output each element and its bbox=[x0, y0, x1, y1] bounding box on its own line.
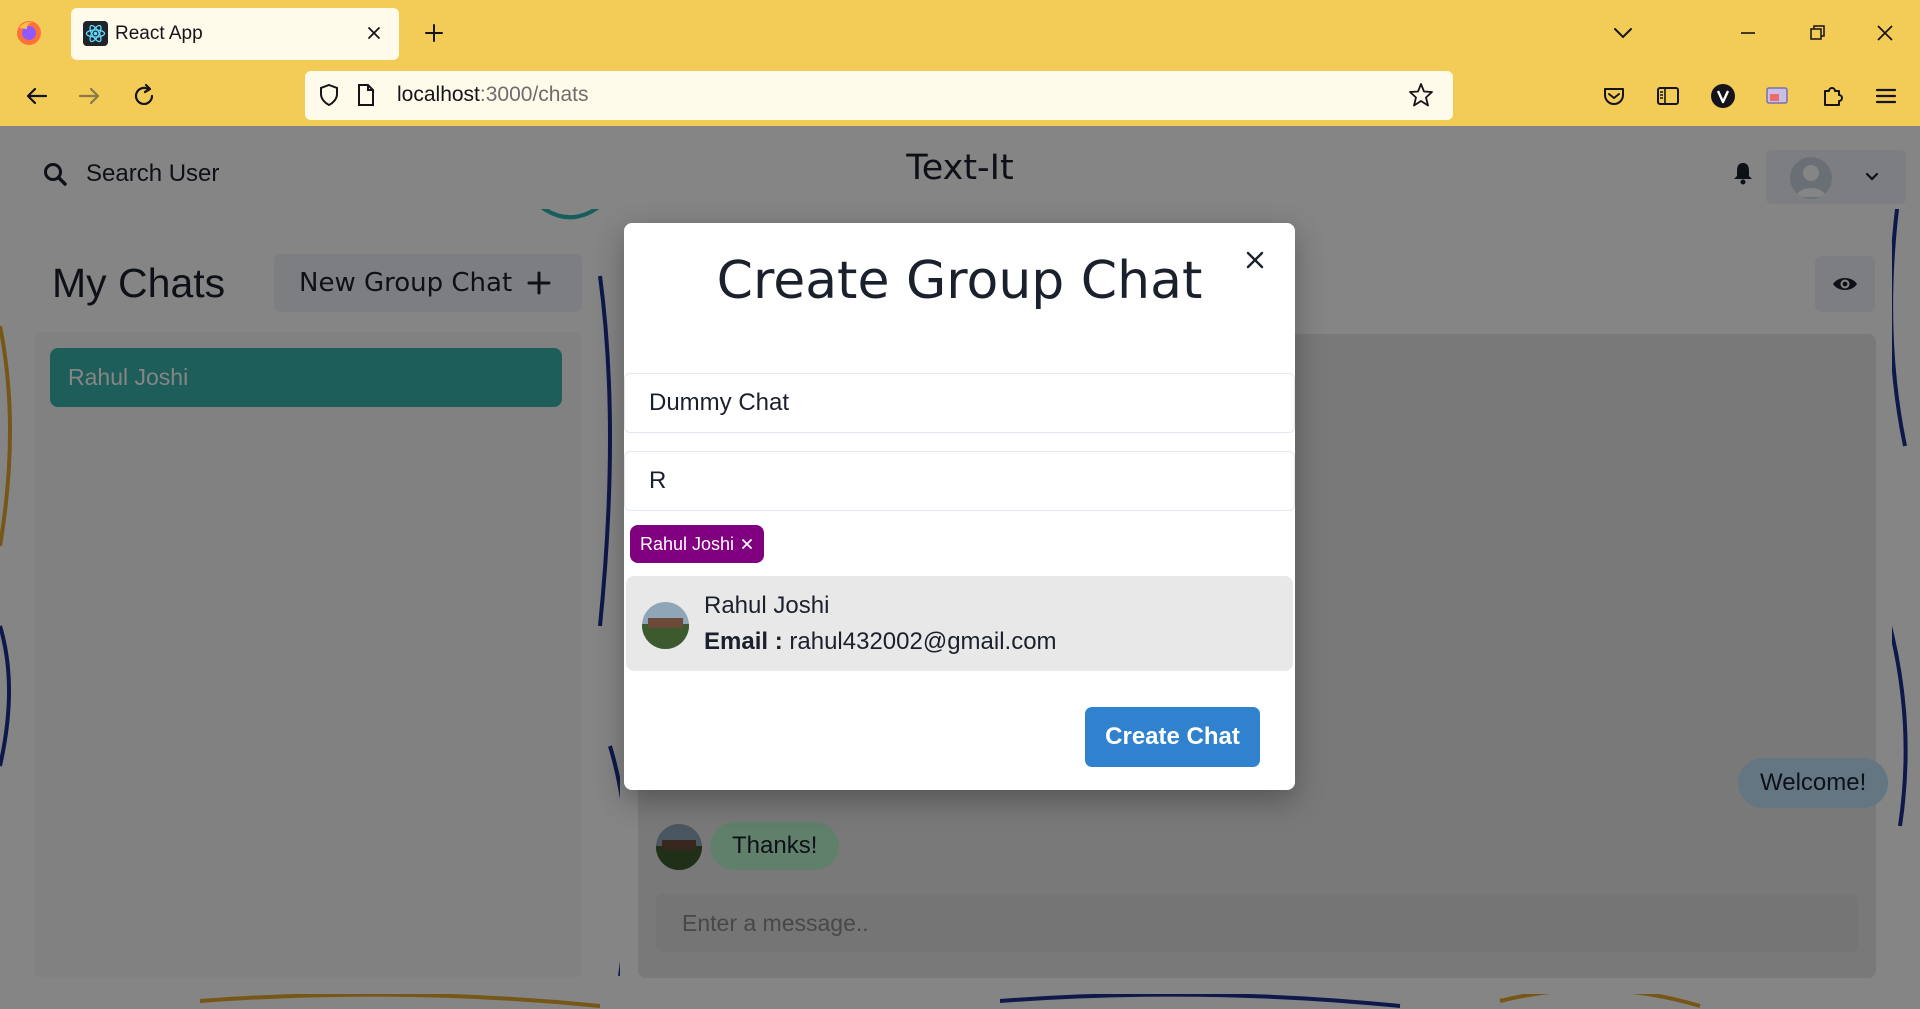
vpn-extension-icon[interactable] bbox=[1707, 80, 1739, 112]
reload-icon[interactable] bbox=[128, 80, 160, 112]
modal-title: Create Group Chat bbox=[716, 251, 1203, 311]
back-arrow-icon[interactable] bbox=[20, 80, 52, 112]
url-text[interactable]: localhost:3000/chats bbox=[397, 83, 588, 107]
app-menu-hamburger-icon[interactable] bbox=[1870, 80, 1902, 112]
chat-name-input[interactable] bbox=[624, 373, 1295, 433]
result-user-name: Rahul Joshi bbox=[704, 592, 830, 619]
selected-user-badge: Rahul Joshi bbox=[630, 525, 765, 563]
list-all-tabs-chevron-icon[interactable] bbox=[1606, 16, 1640, 50]
address-bar[interactable]: localhost:3000/chats bbox=[305, 71, 1453, 120]
pocket-icon[interactable] bbox=[1598, 80, 1630, 112]
page-info-icon[interactable] bbox=[351, 81, 379, 109]
email-value: rahul432002@gmail.com bbox=[789, 628, 1057, 655]
email-label: Email : bbox=[704, 628, 783, 655]
url-path: :3000/chats bbox=[479, 83, 589, 106]
create-group-chat-modal: Create Group Chat Rahul Joshi Rahul Josh… bbox=[624, 223, 1295, 790]
forward-arrow-icon[interactable] bbox=[74, 80, 106, 112]
browser-nav-bar: localhost:3000/chats bbox=[0, 66, 1920, 126]
tab-title: React App bbox=[115, 23, 203, 44]
selected-user-label: Rahul Joshi bbox=[640, 533, 735, 554]
tracking-shield-icon[interactable] bbox=[315, 81, 343, 109]
screen-extension-icon[interactable] bbox=[1761, 80, 1793, 112]
extensions-puzzle-icon[interactable] bbox=[1816, 80, 1848, 112]
minimize-window-icon[interactable] bbox=[1731, 16, 1765, 50]
avatar bbox=[642, 602, 689, 649]
user-avatar-photo bbox=[642, 602, 689, 649]
remove-user-x-icon[interactable] bbox=[740, 537, 754, 551]
browser-tab-bar: React App bbox=[0, 0, 1920, 66]
firefox-logo-icon[interactable] bbox=[14, 18, 44, 48]
result-user-email: Email : rahul432002@gmail.com bbox=[704, 628, 1057, 656]
reader-sidebar-icon[interactable] bbox=[1652, 80, 1684, 112]
react-favicon-icon bbox=[83, 21, 108, 46]
bookmark-star-icon[interactable] bbox=[1407, 81, 1435, 109]
user-search-result[interactable]: Rahul Joshi Email : rahul432002@gmail.co… bbox=[626, 576, 1293, 671]
new-tab-plus-icon[interactable] bbox=[418, 17, 450, 49]
url-host: localhost bbox=[397, 83, 480, 106]
browser-tab-active[interactable]: React App bbox=[71, 8, 399, 60]
close-icon[interactable] bbox=[1240, 245, 1270, 275]
restore-window-icon[interactable] bbox=[1800, 16, 1834, 50]
add-users-input[interactable] bbox=[624, 451, 1295, 511]
create-chat-button[interactable]: Create Chat bbox=[1085, 707, 1260, 767]
close-window-icon[interactable] bbox=[1868, 16, 1902, 50]
tab-close-icon[interactable] bbox=[361, 20, 387, 46]
